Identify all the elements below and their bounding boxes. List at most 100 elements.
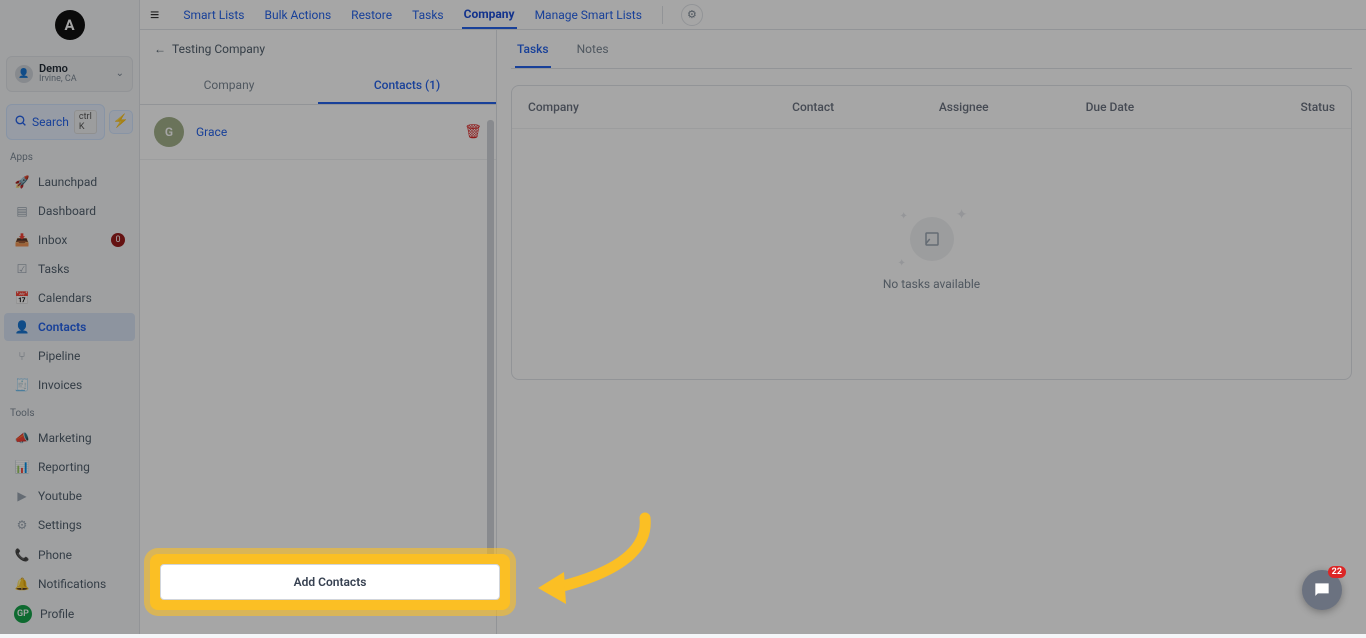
sidebar-item-marketing[interactable]: 📣 Marketing bbox=[4, 424, 135, 452]
lightning-icon: ⚡ bbox=[113, 114, 129, 129]
sidebar-item-phone[interactable]: 📞 Phone bbox=[4, 541, 135, 569]
th-due-date: Due Date bbox=[1086, 100, 1233, 114]
phone-icon: 📞 bbox=[14, 547, 30, 563]
account-location: Irvine, CA bbox=[39, 75, 110, 85]
sidebar-item-dashboard[interactable]: ▤ Dashboard bbox=[4, 197, 135, 225]
th-status: Status bbox=[1232, 100, 1335, 114]
th-contact: Contact bbox=[792, 100, 939, 114]
bell-icon: 🔔 bbox=[14, 576, 30, 592]
sparkle-icon: ✦ bbox=[956, 207, 968, 223]
empty-state-icon: ✦ ✦ ✦ bbox=[910, 217, 954, 261]
app-logo: A bbox=[55, 10, 85, 40]
top-nav: ≡ Smart Lists Bulk Actions Restore Tasks… bbox=[140, 0, 1366, 30]
nav-section-tools: Tools bbox=[0, 400, 139, 423]
megaphone-icon: 📣 bbox=[14, 430, 30, 446]
funnel-icon: ⑂ bbox=[14, 348, 30, 364]
delete-contact-button[interactable]: 🗑 bbox=[464, 124, 482, 140]
sparkle-icon: ✦ bbox=[898, 258, 906, 269]
search-label: Search bbox=[32, 115, 69, 129]
gear-icon: ⚙ bbox=[687, 8, 697, 21]
sidebar-label: Notifications bbox=[38, 577, 106, 591]
search-icon bbox=[14, 114, 27, 130]
sidebar-label: Launchpad bbox=[38, 175, 97, 189]
sidebar-label: Inbox bbox=[38, 233, 67, 247]
topnav-manage-smart-lists[interactable]: Manage Smart Lists bbox=[533, 2, 644, 28]
sidebar-label: Reporting bbox=[38, 460, 90, 474]
sidebar-label: Profile bbox=[40, 607, 74, 621]
chat-badge: 22 bbox=[1328, 566, 1346, 578]
sidebar-item-invoices[interactable]: 🧾 Invoices bbox=[4, 371, 135, 399]
topnav-bulk-actions[interactable]: Bulk Actions bbox=[262, 2, 333, 28]
sidebar-label: Dashboard bbox=[38, 204, 96, 218]
account-selector[interactable]: 👤 Demo Irvine, CA ⌄ bbox=[6, 56, 133, 92]
add-contacts-button[interactable]: Add Contacts bbox=[160, 564, 500, 600]
search-shortcut: ctrl K bbox=[74, 110, 97, 134]
subtab-notes[interactable]: Notes bbox=[575, 42, 611, 68]
tasks-icon: ☑ bbox=[14, 261, 30, 277]
empty-state-text: No tasks available bbox=[883, 277, 980, 291]
scrollbar[interactable] bbox=[487, 120, 494, 560]
tasks-table: Company Contact Assignee Due Date Status… bbox=[511, 85, 1352, 380]
company-contacts-panel: ← Testing Company Company Contacts (1) G… bbox=[140, 30, 497, 634]
sidebar-item-contacts[interactable]: 👤 Contacts bbox=[4, 313, 135, 341]
hamburger-icon[interactable]: ≡ bbox=[150, 5, 165, 25]
sidebar-item-reporting[interactable]: 📊 Reporting bbox=[4, 453, 135, 481]
sidebar-item-launchpad[interactable]: 🚀 Launchpad bbox=[4, 168, 135, 196]
tab-contacts[interactable]: Contacts (1) bbox=[318, 68, 496, 104]
rocket-icon: 🚀 bbox=[14, 174, 30, 190]
contact-list-item[interactable]: G Grace 🗑 bbox=[140, 105, 496, 160]
sidebar-item-settings[interactable]: ⚙ Settings bbox=[4, 511, 135, 539]
sidebar-label: Phone bbox=[38, 548, 72, 562]
sidebar-label: Calendars bbox=[38, 291, 92, 305]
account-avatar-icon: 👤 bbox=[15, 65, 33, 83]
topnav-restore[interactable]: Restore bbox=[349, 2, 394, 28]
tab-company[interactable]: Company bbox=[140, 68, 318, 104]
add-contacts-highlight: Add Contacts bbox=[150, 554, 510, 610]
sidebar-item-notifications[interactable]: 🔔 Notifications bbox=[4, 570, 135, 598]
sidebar-label: Tasks bbox=[38, 262, 70, 276]
th-assignee: Assignee bbox=[939, 100, 1086, 114]
contact-avatar: G bbox=[154, 117, 184, 147]
sidebar-label: Settings bbox=[38, 518, 82, 532]
annotation-arrow bbox=[520, 510, 660, 614]
sidebar-label: Invoices bbox=[38, 378, 82, 392]
sparkle-icon: ✦ bbox=[900, 211, 908, 222]
topnav-smart-lists[interactable]: Smart Lists bbox=[181, 2, 246, 28]
th-company: Company bbox=[528, 100, 792, 114]
invoice-icon: 🧾 bbox=[14, 377, 30, 393]
inbox-icon: 📥 bbox=[14, 232, 30, 248]
sidebar-item-profile[interactable]: GPProfile bbox=[4, 599, 135, 629]
nav-section-apps: Apps bbox=[0, 144, 139, 167]
quick-action-button[interactable]: ⚡ bbox=[109, 110, 133, 134]
contact-name-link[interactable]: Grace bbox=[196, 125, 227, 139]
breadcrumb-label: Testing Company bbox=[172, 42, 265, 56]
subtab-tasks[interactable]: Tasks bbox=[515, 42, 551, 68]
sidebar: A 👤 Demo Irvine, CA ⌄ Search ctrl K ⚡ Ap… bbox=[0, 0, 140, 634]
topnav-tasks[interactable]: Tasks bbox=[410, 2, 446, 28]
divider bbox=[662, 6, 663, 24]
user-icon: 👤 bbox=[14, 319, 30, 335]
sidebar-label: Youtube bbox=[38, 489, 82, 503]
topnav-company[interactable]: Company bbox=[462, 1, 517, 29]
sidebar-item-tasks[interactable]: ☑ Tasks bbox=[4, 255, 135, 283]
youtube-icon: ▶ bbox=[14, 488, 30, 504]
calendar-icon: 📅 bbox=[14, 290, 30, 306]
trash-icon: 🗑 bbox=[464, 124, 482, 140]
inbox-badge: 0 bbox=[111, 233, 125, 247]
gear-icon: ⚙ bbox=[14, 517, 30, 533]
sidebar-item-pipeline[interactable]: ⑂ Pipeline bbox=[4, 342, 135, 370]
sidebar-label: Marketing bbox=[38, 431, 92, 445]
chevron-down-icon: ⌄ bbox=[116, 68, 124, 79]
sidebar-label: Contacts bbox=[38, 320, 86, 334]
main-content: ≡ Smart Lists Bulk Actions Restore Tasks… bbox=[140, 0, 1366, 634]
sidebar-item-inbox[interactable]: 📥 Inbox 0 bbox=[4, 226, 135, 254]
sidebar-item-youtube[interactable]: ▶ Youtube bbox=[4, 482, 135, 510]
sidebar-label: Pipeline bbox=[38, 349, 80, 363]
sidebar-item-calendars[interactable]: 📅 Calendars bbox=[4, 284, 135, 312]
breadcrumb[interactable]: ← Testing Company bbox=[140, 30, 496, 68]
topnav-settings-button[interactable]: ⚙ bbox=[681, 4, 703, 26]
chart-icon: 📊 bbox=[14, 459, 30, 475]
dashboard-icon: ▤ bbox=[14, 203, 30, 219]
search-button[interactable]: Search ctrl K bbox=[6, 104, 105, 140]
chat-widget-button[interactable]: 22 bbox=[1302, 570, 1342, 610]
